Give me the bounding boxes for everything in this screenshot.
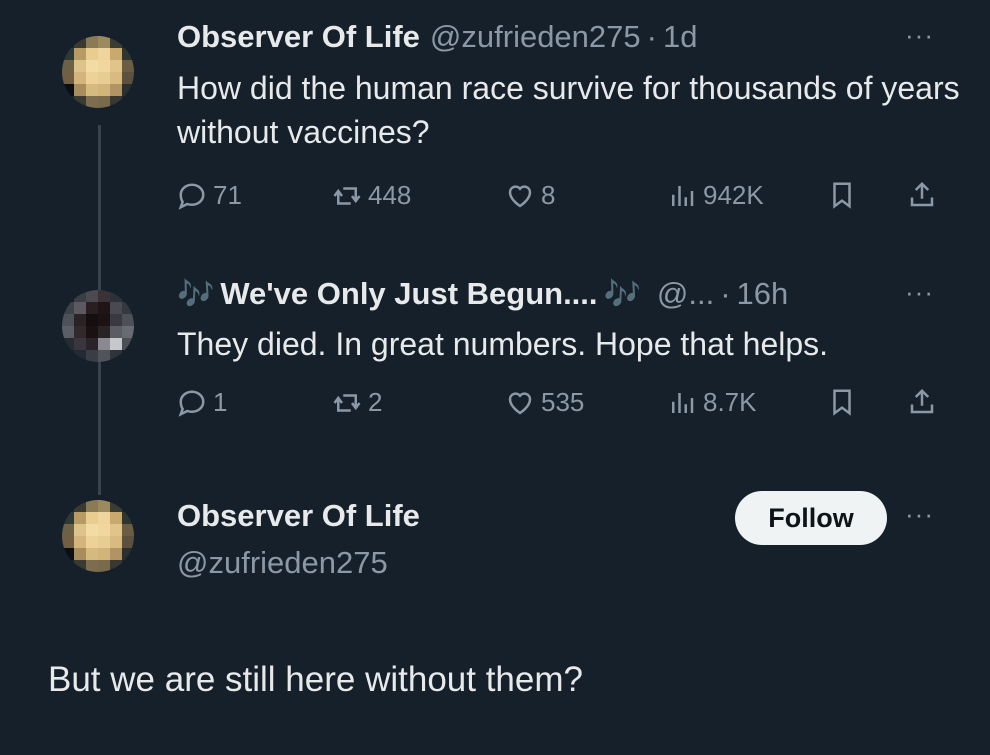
music-notes-emoji: 🎶	[177, 277, 215, 311]
like-icon	[508, 391, 532, 414]
share-icon	[910, 181, 934, 207]
tweet-header: 🎶 We've Only Just Begun.... 🎶 @... · 16h	[177, 276, 788, 312]
reply-count: 71	[213, 180, 242, 210]
music-notes-emoji: 🎶	[603, 277, 641, 311]
tweet-header: Observer Of Life @zufrieden275 · 1d	[177, 19, 697, 55]
author-handle[interactable]: @zufrieden275	[177, 545, 388, 581]
follow-button[interactable]: Follow	[735, 491, 887, 545]
author-handle[interactable]: @zufrieden275	[430, 19, 641, 55]
author-name[interactable]: Observer Of Life	[177, 498, 420, 534]
more-icon[interactable]: ···	[905, 20, 934, 51]
timestamp[interactable]: 1d	[663, 19, 697, 55]
retweet-icon	[333, 393, 361, 412]
retweet-icon	[333, 186, 361, 205]
views-button[interactable]: 8.7K	[667, 387, 757, 418]
like-count: 8	[541, 180, 556, 210]
bookmark-button[interactable]	[827, 180, 857, 210]
reply-icon	[178, 182, 205, 210]
views-count: 942K	[703, 180, 764, 210]
bookmark-icon	[833, 182, 851, 209]
like-icon	[508, 184, 532, 207]
retweet-button[interactable]: 448	[332, 180, 411, 211]
retweet-count: 448	[368, 180, 412, 210]
like-button[interactable]: 8	[505, 180, 555, 211]
tweet-actions: 1 2 535 8.7K	[177, 387, 947, 427]
retweet-button[interactable]: 2	[332, 387, 382, 418]
reply-button[interactable]: 1	[177, 387, 227, 418]
views-count: 8.7K	[703, 387, 757, 417]
reply-button[interactable]: 71	[177, 180, 242, 211]
bookmark-button[interactable]	[827, 387, 857, 417]
author-handle[interactable]: @...	[657, 276, 714, 312]
share-button[interactable]	[907, 180, 937, 210]
more-icon[interactable]: ···	[905, 499, 934, 530]
like-count: 535	[541, 387, 585, 417]
avatar[interactable]	[62, 290, 134, 362]
avatar[interactable]	[62, 36, 134, 108]
tweet-text: How did the human race survive for thous…	[177, 70, 960, 150]
like-button[interactable]: 535	[505, 387, 584, 418]
separator-dot: ·	[720, 276, 731, 311]
more-icon[interactable]: ···	[905, 277, 934, 308]
tweet-text: But we are still here without them?	[48, 660, 583, 699]
timestamp[interactable]: 16h	[737, 276, 789, 312]
retweet-count: 2	[368, 387, 383, 417]
share-button[interactable]	[907, 387, 937, 417]
bookmark-icon	[833, 389, 851, 416]
avatar[interactable]	[62, 500, 134, 572]
reply-icon	[178, 389, 205, 417]
share-icon	[910, 388, 934, 414]
tweet-text: They died. In great numbers. Hope that h…	[177, 326, 829, 362]
tweet-actions: 71 448 8 942K	[177, 180, 947, 220]
views-button[interactable]: 942K	[667, 180, 764, 211]
separator-dot: ·	[646, 19, 657, 54]
author-name[interactable]: We've Only Just Begun....	[220, 276, 597, 312]
views-icon	[672, 185, 694, 206]
reply-count: 1	[213, 387, 228, 417]
views-icon	[672, 392, 694, 413]
author-name[interactable]: Observer Of Life	[177, 19, 420, 55]
